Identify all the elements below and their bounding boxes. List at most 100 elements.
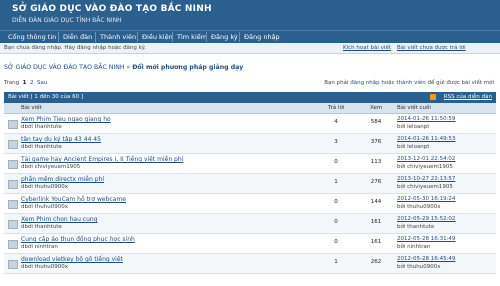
breadcrumb-separator: » — [126, 64, 131, 71]
topic-author: dbởi thuhu0900x — [21, 264, 68, 270]
topics-header-bar: Bài viết [ 1 đến 30 của 60 ] RSS của diễ… — [4, 92, 496, 103]
topic-title-link[interactable]: Cung cấp áo thun đồng phục học sinh — [21, 236, 135, 243]
topic-icon — [8, 160, 18, 169]
table-row: Tải game hay Ancient Empires I, II Tiếng… — [4, 154, 496, 174]
topic-title-link[interactable]: tân tay du ký tập 43 44 45 — [21, 136, 101, 143]
topic-views: 376 — [370, 139, 382, 145]
last-post-author: bởi thanhtute — [397, 224, 435, 230]
topic-views: 113 — [370, 159, 382, 165]
topic-title-link[interactable]: Xem Phim Tieu ngao giang ho — [21, 116, 111, 123]
last-post-date-link[interactable]: 2012-05-28 16:45:49 — [397, 256, 455, 262]
nav-divider — [206, 32, 207, 42]
permission-prefix: Bạn phải — [324, 80, 349, 86]
login-status-bar: Bạn chưa đăng nhập. Hãy đăng nhập hoặc đ… — [0, 43, 500, 54]
topic-author: dbởi thanhtute — [21, 144, 62, 150]
rss-icon[interactable] — [430, 94, 436, 100]
topic-views: 161 — [370, 239, 382, 245]
topic-replies: 1 — [334, 259, 338, 265]
topic-views: 262 — [370, 259, 382, 265]
permission-member-link[interactable]: thành viên — [396, 80, 425, 86]
topic-views: 161 — [370, 219, 382, 225]
table-row: tân tay du ký tập 43 44 45 dbởi thanhtut… — [4, 134, 496, 154]
page-2-link[interactable]: 2 — [30, 80, 34, 86]
unanswered-topics-link[interactable]: Bài viết chưa được trả lời — [397, 45, 466, 51]
topic-icon — [8, 140, 18, 149]
topic-views: 584 — [370, 119, 382, 125]
site-subtitle: DIỄN ĐÀN GIÁO DỤC TỈNH BẮC NINH — [12, 17, 122, 24]
nav-forum[interactable]: Diễn đàn — [63, 33, 92, 41]
pagination: Trang 1 2 Sau — [4, 80, 47, 86]
topic-title-link[interactable]: Xem Phim chon hau cung — [21, 216, 98, 223]
topic-author: dbởi thuhu0900x — [21, 204, 68, 210]
table-row: Cung cấp áo thun đồng phục học sinh dbởi… — [4, 234, 496, 254]
topic-replies: 4 — [334, 119, 338, 125]
table-row: Xem Phim Tieu ngao giang ho dbởi thanhtu… — [4, 114, 496, 134]
last-post-date-link[interactable]: 2012-05-29 15:52:02 — [397, 216, 455, 222]
topic-replies: 1 — [334, 179, 338, 185]
topic-icon — [8, 120, 18, 129]
nav-portal[interactable]: Cổng thông tin — [8, 33, 56, 41]
login-status-text: Bạn chưa đăng nhập. Hãy đăng nhập hoặc đ… — [4, 45, 146, 51]
last-post-author: bởi ninhtran — [397, 244, 431, 250]
topic-title-link[interactable]: download vietkey bộ gõ tiếng việt — [21, 256, 123, 263]
nav-rules[interactable]: Điều kiện — [142, 33, 173, 41]
table-row: phần mềm directx miễn phí dbởi thuhu0900… — [4, 174, 496, 194]
nav-members[interactable]: Thành viên — [100, 33, 136, 41]
nav-login[interactable]: Đăng nhập — [244, 33, 280, 41]
last-post-author: bởi chiviyeuem1905 — [397, 164, 453, 170]
nav-search[interactable]: Tìm kiếm — [177, 33, 207, 41]
active-topics-link[interactable]: Kích hoạt bài viết — [343, 45, 391, 51]
topic-replies: 0 — [334, 159, 338, 165]
table-row: Xem Phim chon hau cung dbởi thanhtute 0 … — [4, 214, 496, 234]
topic-author: dbởi ninhtran — [21, 244, 58, 250]
col-last-post: Bài viết cuối — [397, 105, 431, 111]
page-current: 1 — [22, 80, 27, 86]
last-post-date-link[interactable]: 2013-10-27 22:13:57 — [397, 176, 455, 182]
topic-icon — [8, 180, 18, 189]
col-replies: Trả lời — [328, 105, 345, 111]
page-next-link[interactable]: Sau — [37, 80, 47, 86]
permission-login-link[interactable]: đăng nhập — [350, 80, 379, 86]
posting-permission-text: Bạn phải đăng nhập hoặc thành viên để gử… — [324, 80, 494, 86]
breadcrumb: SỞ GIÁO DỤC VÀO ĐÀO TẠO BẮC NINH » Đổi m… — [4, 64, 243, 71]
topic-views: 276 — [370, 179, 382, 185]
permission-mid: hoặc — [381, 80, 395, 86]
topic-views: 144 — [370, 199, 382, 205]
rss-link[interactable]: RSS của diễn đàn — [444, 94, 492, 100]
last-post-date-link[interactable]: 2012-05-30 16:19:24 — [397, 196, 455, 202]
last-post-author: bởi thuhu0900x — [397, 264, 441, 270]
topic-author: dbởi thuhu0900x — [21, 184, 68, 190]
nav-divider — [58, 32, 59, 42]
table-header: Bài viết Trả lời Xem Bài viết cuối — [4, 103, 496, 114]
topic-title-link[interactable]: Cyberlink YouCam hỗ trợ webcame — [21, 196, 126, 203]
table-row: download vietkey bộ gõ tiếng việt dbởi t… — [4, 254, 496, 274]
topic-author: dbởi thanhtute — [21, 224, 62, 230]
topic-icon — [8, 220, 18, 229]
permission-suffix: để gửi được bài viết mới — [427, 80, 494, 86]
topic-title-link[interactable]: phần mềm directx miễn phí — [21, 176, 104, 183]
col-views: Xem — [370, 105, 383, 111]
last-post-author: bởi chiviyeuem1905 — [397, 184, 453, 190]
topic-replies: 3 — [334, 139, 338, 145]
nav-divider — [239, 32, 240, 42]
nav-register[interactable]: Đăng ký — [211, 33, 238, 41]
site-title[interactable]: SỞ GIÁO DỤC VÀO ĐÀO TẠO BẮC NINH — [12, 4, 212, 14]
nav-divider — [95, 32, 96, 42]
topic-icon — [8, 240, 18, 249]
table-row: Cyberlink YouCam hỗ trợ webcame dbởi thu… — [4, 194, 496, 214]
breadcrumb-root[interactable]: SỞ GIÁO DỤC VÀO ĐÀO TẠO BẮC NINH — [4, 64, 125, 71]
forum-title[interactable]: Đổi mới phương pháp giảng dạy — [132, 64, 243, 71]
last-post-date-link[interactable]: 2012-05-28 16:31:49 — [397, 236, 455, 242]
col-topic: Bài viết — [21, 105, 42, 111]
nav-divider — [137, 32, 138, 42]
last-post-date-link[interactable]: 2014-01-26 11:49:53 — [397, 136, 455, 142]
topic-author: dbởi chiviyeuem1905 — [21, 164, 81, 170]
last-post-date-link[interactable]: 2014-01-26 11:50:59 — [397, 116, 455, 122]
nav-divider — [172, 32, 173, 42]
topic-icon — [8, 200, 18, 209]
topic-title-link[interactable]: Tải game hay Ancient Empires I, II Tiếng… — [21, 156, 183, 163]
topic-replies: 0 — [334, 219, 338, 225]
last-post-author: bởi leloanpt — [397, 124, 430, 130]
last-post-date-link[interactable]: 2013-12-01 22:54:02 — [397, 156, 455, 162]
last-post-author: bởi thuhu0900x — [397, 204, 441, 210]
